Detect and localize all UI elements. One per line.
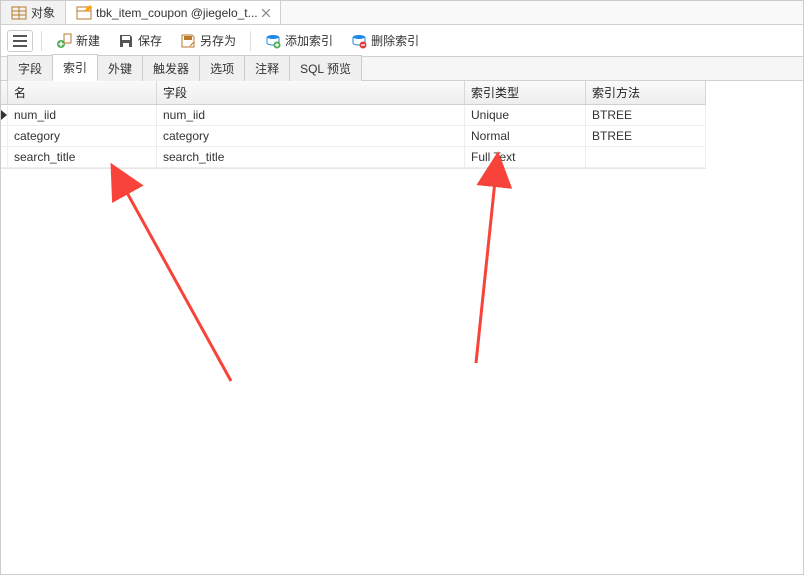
close-icon[interactable] (262, 9, 270, 17)
cell-method[interactable]: BTREE (586, 105, 706, 125)
delete-index-icon (351, 33, 367, 49)
sub-tab-4[interactable]: 选项 (199, 55, 245, 81)
tab-editor[interactable]: tbk_item_coupon @jiegelo_t... (66, 1, 281, 24)
index-grid: 名 字段 索引类型 索引方法 num_iidnum_iidUniqueBTREE… (1, 81, 706, 169)
save-icon (118, 33, 134, 49)
saveas-label: 另存为 (200, 32, 236, 49)
saveas-icon (180, 33, 196, 49)
save-button[interactable]: 保存 (112, 29, 168, 52)
add-index-icon (265, 33, 281, 49)
new-icon (56, 33, 72, 49)
window-tabs: 对象 tbk_item_coupon @jiegelo_t... (1, 1, 803, 25)
menu-button[interactable] (7, 30, 33, 52)
cell-type[interactable]: Full Text (465, 147, 586, 167)
cell-name[interactable]: num_iid (8, 105, 157, 125)
tab-object-label: 对象 (31, 4, 55, 21)
cell-type[interactable]: Unique (465, 105, 586, 125)
cell-type[interactable]: Normal (465, 126, 586, 146)
sub-tab-0[interactable]: 字段 (7, 55, 53, 81)
save-label: 保存 (138, 32, 162, 49)
sub-tab-6[interactable]: SQL 预览 (289, 55, 362, 81)
tab-editor-label: tbk_item_coupon @jiegelo_t... (96, 6, 258, 20)
sub-tab-1[interactable]: 索引 (52, 54, 98, 81)
separator (41, 31, 42, 51)
cell-method[interactable]: BTREE (586, 126, 706, 146)
edit-table-icon (76, 5, 92, 21)
row-marker (1, 126, 8, 146)
new-button[interactable]: 新建 (50, 29, 106, 52)
grid-header: 名 字段 索引类型 索引方法 (1, 81, 706, 105)
col-name[interactable]: 名 (8, 81, 157, 104)
table-row[interactable]: search_titlesearch_titleFull Text (1, 147, 706, 168)
table-row[interactable]: num_iidnum_iidUniqueBTREE (1, 105, 706, 126)
add-index-label: 添加索引 (285, 32, 333, 49)
row-marker (1, 105, 8, 125)
table-icon (11, 5, 27, 21)
table-row[interactable]: categorycategoryNormalBTREE (1, 126, 706, 147)
cell-field[interactable]: search_title (157, 147, 465, 167)
sub-tab-5[interactable]: 注释 (244, 55, 290, 81)
row-marker (1, 147, 8, 167)
delete-index-button[interactable]: 删除索引 (345, 29, 425, 52)
editor-tabs: 字段索引外键触发器选项注释SQL 预览 (1, 57, 803, 81)
cell-name[interactable]: search_title (8, 147, 157, 167)
cell-method[interactable] (586, 147, 706, 167)
add-index-button[interactable]: 添加索引 (259, 29, 339, 52)
col-method[interactable]: 索引方法 (586, 81, 706, 104)
cell-field[interactable]: category (157, 126, 465, 146)
saveas-button[interactable]: 另存为 (174, 29, 242, 52)
separator (250, 31, 251, 51)
row-marker-header (1, 81, 8, 104)
toolbar: 新建 保存 另存为 添加索引 删除索引 (1, 25, 803, 57)
col-field[interactable]: 字段 (157, 81, 465, 104)
new-label: 新建 (76, 32, 100, 49)
cell-field[interactable]: num_iid (157, 105, 465, 125)
tab-object[interactable]: 对象 (1, 1, 66, 24)
cell-name[interactable]: category (8, 126, 157, 146)
delete-index-label: 删除索引 (371, 32, 419, 49)
col-type[interactable]: 索引类型 (465, 81, 586, 104)
sub-tab-3[interactable]: 触发器 (142, 55, 200, 81)
sub-tab-2[interactable]: 外键 (97, 55, 143, 81)
